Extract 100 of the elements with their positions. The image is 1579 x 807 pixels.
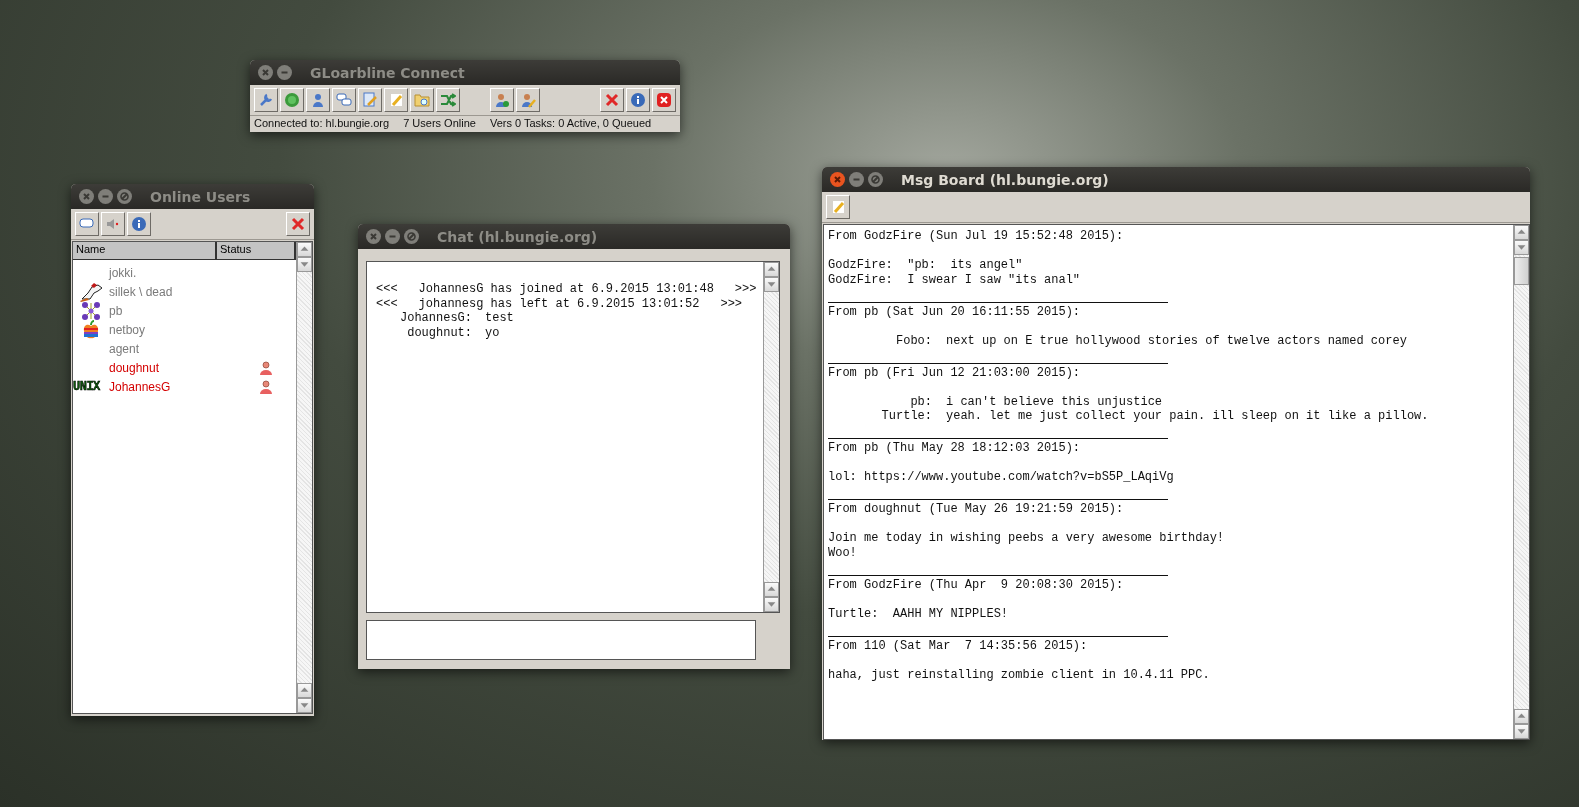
globe-button[interactable] xyxy=(280,88,304,112)
speaker-button[interactable] xyxy=(101,212,125,236)
scroll-down-button[interactable] xyxy=(297,698,312,713)
pencil-icon xyxy=(388,92,404,108)
user-name[interactable]: pb xyxy=(109,303,259,318)
window-title: GLoarbline Connect xyxy=(310,64,465,81)
post-header: From pb (Thu May 28 18:12:03 2015): xyxy=(828,441,1082,456)
user-name[interactable]: netboy xyxy=(109,322,259,337)
minimize-window-button[interactable] xyxy=(98,189,113,204)
scrollbar[interactable] xyxy=(1513,225,1529,739)
status-text: Vers 0 Tasks: 0 Active, 0 Queued xyxy=(489,117,652,129)
post-header: From 110 (Sat Mar 7 14:35:56 2015): xyxy=(828,638,1089,653)
person-pencil-icon xyxy=(520,92,536,108)
close-window-button[interactable] xyxy=(258,65,273,80)
user-name[interactable]: JohannesG xyxy=(109,379,259,394)
arrows-button[interactable] xyxy=(436,88,460,112)
info-button[interactable] xyxy=(127,212,151,236)
scroll-down-button[interactable] xyxy=(1514,240,1529,255)
speaker-icon xyxy=(105,216,121,232)
post-header: From pb (Fri Jun 12 21:03:00 2015): xyxy=(828,365,1082,380)
quote-nick: pb: xyxy=(909,394,932,409)
quote-nick: Fobo: xyxy=(895,333,932,348)
post-header: From GodzFire (Sun Jul 19 15:52:48 2015): xyxy=(828,229,1125,244)
scroll-down-button[interactable] xyxy=(297,257,312,272)
close-button[interactable] xyxy=(600,88,624,112)
person-add-button[interactable] xyxy=(490,88,514,112)
minimize-window-button[interactable] xyxy=(385,229,400,244)
scrollbar[interactable] xyxy=(763,262,779,612)
column-header[interactable]: Name xyxy=(73,242,218,260)
maximize-window-button[interactable] xyxy=(868,172,883,187)
event-text: JohannesG has joined at 6.9.2015 13:01:48 xyxy=(418,282,714,297)
speech-bubble-button[interactable] xyxy=(75,212,99,236)
column-header[interactable]: Status xyxy=(217,242,296,260)
person-add-icon xyxy=(494,92,510,108)
pencil-button[interactable] xyxy=(384,88,408,112)
close-button[interactable] xyxy=(286,212,310,236)
window-title: Chat (hl.bungie.org) xyxy=(437,228,598,245)
post-text: Join me today in wishing peebs a very awesome birthday! xyxy=(828,531,1225,546)
unix-label: UNIX xyxy=(73,379,101,394)
notepad-pencil-button[interactable] xyxy=(358,88,382,112)
chat-message: yo xyxy=(485,325,500,340)
post-header: From pb (Sat Jun 20 16:11:55 2015): xyxy=(828,304,1082,319)
scroll-up-button[interactable] xyxy=(764,582,779,597)
pencil-button[interactable] xyxy=(826,195,850,219)
scroll-up-button[interactable] xyxy=(297,683,312,698)
user-name[interactable]: agent xyxy=(109,341,259,356)
slash-icon xyxy=(404,229,419,244)
scroll-down-button[interactable] xyxy=(1514,724,1529,739)
scroll-down-button[interactable] xyxy=(764,277,779,292)
chat-nick: doughnut: xyxy=(406,325,472,340)
maximize-window-button[interactable] xyxy=(117,189,132,204)
person-button[interactable] xyxy=(306,88,330,112)
speech-bubbles-button[interactable] xyxy=(332,88,356,112)
scroll-thumb[interactable] xyxy=(1514,257,1529,285)
person-pencil-button[interactable] xyxy=(516,88,540,112)
post-text: haha, just reinstalling zombie client in 10.4.11 PPC. xyxy=(828,667,1210,682)
post-header: From doughnut (Tue May 26 19:21:59 2015): xyxy=(828,502,1125,517)
event-marker: <<< xyxy=(376,282,398,297)
minimize-window-button[interactable] xyxy=(849,172,864,187)
close-window-button[interactable] xyxy=(830,172,845,187)
event-marker: >>> xyxy=(734,282,757,297)
speech-bubbles-icon xyxy=(336,92,352,108)
close-window-button[interactable] xyxy=(366,229,381,244)
post-header: From GodzFire (Thu Apr 9 20:08:30 2015): xyxy=(828,577,1125,592)
wrench-button[interactable] xyxy=(254,88,278,112)
info-icon xyxy=(630,92,646,108)
window-title: Msg Board (hl.bungie.org) xyxy=(901,171,1109,188)
chat-message: test xyxy=(485,311,514,326)
minimize-window-button[interactable] xyxy=(277,65,292,80)
scroll-up-button[interactable] xyxy=(297,242,312,257)
stop-icon xyxy=(656,92,672,108)
info-button[interactable] xyxy=(626,88,650,112)
scroll-up-button[interactable] xyxy=(1514,225,1529,240)
scroll-up-button[interactable] xyxy=(764,262,779,277)
post-text: lol: https://www.youtube.com/watch?v=bS5P_LAqiVg xyxy=(828,470,1174,485)
user-name[interactable]: doughnut xyxy=(109,360,259,375)
close-icon xyxy=(604,92,620,108)
post-text: GodzFire: "pb: its angel" xyxy=(828,258,1023,273)
info-icon xyxy=(131,216,147,232)
scroll-up-button[interactable] xyxy=(1514,709,1529,724)
close-window-button[interactable] xyxy=(79,189,94,204)
scrollbar[interactable] xyxy=(296,242,312,713)
folder-magnifier-button[interactable] xyxy=(410,88,434,112)
post-text: Woo! xyxy=(828,545,857,560)
user-name[interactable]: jokki. xyxy=(109,265,259,280)
post-text: yeah. let me just collect your pain. ill sleep on it like a pillow. xyxy=(946,409,1429,424)
maximize-window-button[interactable] xyxy=(404,229,419,244)
status-text: 7 Users Online xyxy=(403,117,476,129)
pencil-icon xyxy=(830,199,846,215)
close-icon xyxy=(290,216,306,232)
post-text: Turtle: AAHH MY NIPPLES! xyxy=(828,606,1009,621)
chat-input-field[interactable] xyxy=(366,620,756,660)
slash-icon xyxy=(117,189,132,204)
quote-nick: Turtle: xyxy=(880,409,932,424)
user-name[interactable]: sillek \ dead xyxy=(109,284,259,299)
stop-button[interactable] xyxy=(652,88,676,112)
scroll-down-button[interactable] xyxy=(764,597,779,612)
event-marker: <<< xyxy=(376,296,398,311)
post-text: next up on E true hollywood stories of twelve actors named corey xyxy=(946,333,1407,348)
window-title: Online Users xyxy=(150,188,251,205)
